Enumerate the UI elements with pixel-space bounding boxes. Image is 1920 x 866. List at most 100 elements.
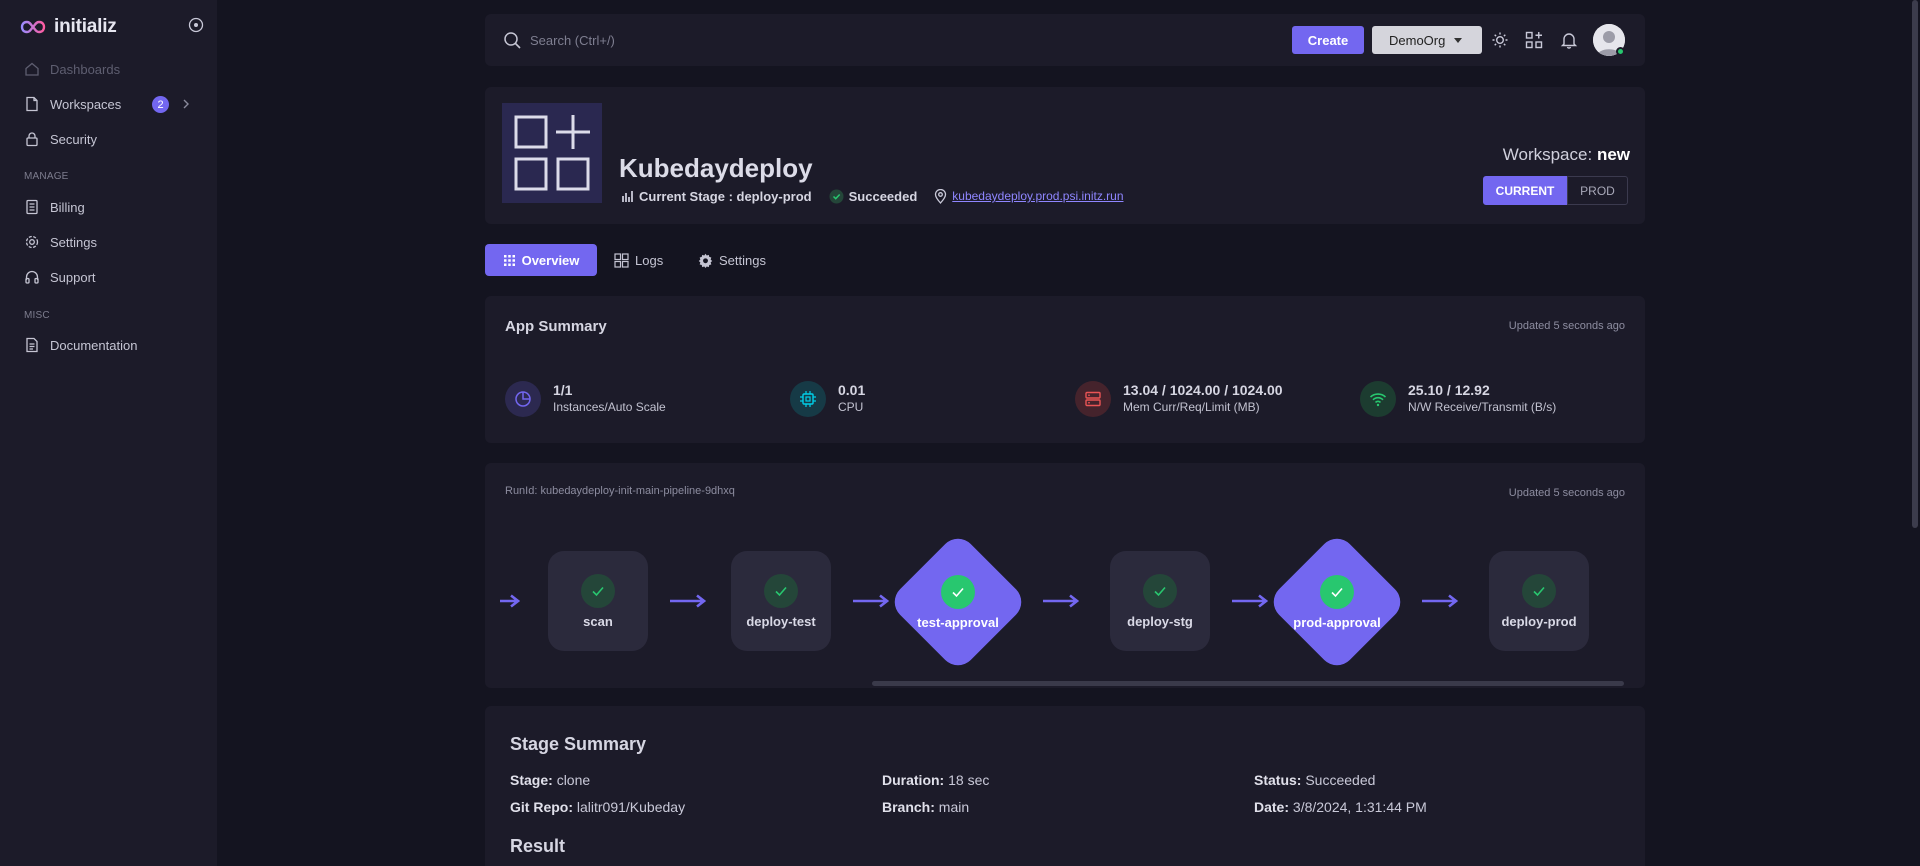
app-root: initializ Dashboards Workspaces 2 Securi…: [0, 0, 1920, 866]
wifi-icon: [1360, 381, 1396, 417]
stat-label: Instances/Auto Scale: [553, 400, 666, 414]
create-button[interactable]: Create: [1292, 26, 1364, 54]
duration-field: Duration: 18 sec: [882, 772, 989, 788]
stat-value: 25.10 / 12.92: [1408, 382, 1490, 398]
arrow-right-icon: [853, 594, 890, 608]
pipeline-stage-label: deploy-test: [746, 613, 816, 629]
pipeline-scrollbar[interactable]: [872, 681, 1624, 686]
home-icon: [25, 62, 39, 76]
collapse-sidebar-icon[interactable]: [188, 17, 204, 33]
org-select-value: DemoOrg: [1389, 32, 1446, 48]
sidebar-item-label: Billing: [50, 199, 85, 215]
tab-logs[interactable]: Logs: [614, 244, 663, 276]
date-field: Date: 3/8/2024, 1:31:44 PM: [1254, 799, 1427, 815]
git-repo-field: Git Repo: lalitr091/Kubeday: [510, 799, 685, 815]
sidebar-item-dashboards[interactable]: Dashboards: [24, 56, 194, 82]
app-title: Kubedaydeploy: [619, 153, 813, 183]
tab-label: Logs: [635, 252, 664, 268]
status-key: Status:: [1254, 772, 1302, 788]
current-stage-text: Current Stage : deploy-prod: [639, 188, 812, 204]
sidebar-item-support[interactable]: Support: [24, 264, 194, 290]
app-url-link[interactable]: kubedaydeploy.prod.psi.initz.run: [952, 189, 1123, 203]
gear-icon: [25, 235, 39, 249]
duration-value: 18 sec: [948, 772, 990, 788]
pie-icon: [505, 381, 541, 417]
pipeline-card: RunId: kubedaydeploy-init-main-pipeline-…: [485, 463, 1645, 688]
stat-label: N/W Receive/Transmit (B/s): [1408, 400, 1557, 414]
arrow-right-icon: [670, 594, 707, 608]
org-select[interactable]: DemoOrg: [1372, 26, 1482, 54]
app-meta-row: Current Stage : deploy-prod Succeeded ku…: [621, 187, 1141, 205]
workspace-name: new: [1596, 145, 1630, 164]
sidebar-item-settings[interactable]: Settings: [24, 229, 194, 255]
app-summary-title: App Summary: [505, 318, 607, 335]
sidebar: initializ Dashboards Workspaces 2 Securi…: [0, 0, 217, 866]
server-icon: [1075, 381, 1111, 417]
app-logo: [502, 103, 602, 203]
page-scrollbar[interactable]: [1912, 0, 1918, 528]
pipeline-stage-label: deploy-prod: [1501, 613, 1577, 629]
pipeline-stage-deploy-test[interactable]: deploy-test: [731, 551, 831, 651]
apps-add-large-icon: [514, 115, 590, 191]
pipeline-stage-label: deploy-stg: [1127, 613, 1193, 629]
workspace-label: Workspace: new: [1503, 145, 1630, 165]
pipeline-stage-label: scan: [583, 613, 613, 629]
status-field: Status: Succeeded: [1254, 772, 1375, 788]
sidebar-section-manage: MANAGE: [24, 171, 69, 182]
cpu-icon: [790, 381, 826, 417]
stat-value: 1/1: [553, 382, 573, 398]
result-title: Result: [510, 836, 566, 856]
app-summary-updated: Updated 5 seconds ago: [1508, 320, 1625, 332]
current-stage: Current Stage : deploy-prod: [621, 189, 812, 204]
pipeline-stage-deploy-stg[interactable]: deploy-stg: [1110, 551, 1210, 651]
search-icon: [504, 32, 521, 49]
brand-name: initializ: [54, 16, 117, 37]
arrow-right-icon: [1043, 594, 1080, 608]
pipeline-updated: Updated 5 seconds ago: [1508, 487, 1625, 499]
sun-icon[interactable]: [1490, 30, 1510, 50]
env-current-button[interactable]: CURRENT: [1483, 176, 1567, 205]
apps-add-icon[interactable]: [1524, 30, 1544, 50]
arrow-right-icon: [500, 594, 521, 608]
workspace-prefix: Workspace:: [1502, 145, 1593, 164]
pipeline-run-id: RunId: kubedaydeploy-init-main-pipeline-…: [505, 485, 735, 497]
brand[interactable]: initializ: [20, 14, 117, 40]
app-header-card: Kubedaydeploy Current Stage : deploy-pro…: [485, 87, 1645, 224]
stat-network: 25.10 / 12.92 N/W Receive/Transmit (B/s): [1360, 380, 1556, 418]
sidebar-item-documentation[interactable]: Documentation: [24, 332, 194, 358]
status-value: Succeeded: [1305, 772, 1376, 788]
pipeline-stage-test-approval[interactable]: test-approval: [887, 531, 1029, 673]
sidebar-item-billing[interactable]: Billing: [24, 194, 194, 220]
stat-label: CPU: [838, 400, 864, 414]
receipt-icon: [26, 199, 38, 215]
map-pin-icon: [935, 188, 947, 204]
pipeline-stage-scan[interactable]: scan: [548, 551, 648, 651]
duration-key: Duration:: [882, 772, 945, 788]
headphones-icon: [25, 270, 39, 284]
bell-icon[interactable]: [1559, 30, 1579, 50]
caret-down-icon: [1454, 38, 1462, 43]
check-icon: [1320, 574, 1354, 609]
tab-label: Overview: [521, 252, 580, 268]
workspaces-count-badge: 2: [152, 96, 169, 113]
pipeline-stage-deploy-prod[interactable]: deploy-prod: [1489, 551, 1589, 651]
topbar: Create DemoOrg: [485, 14, 1645, 66]
sidebar-item-security[interactable]: Security: [24, 126, 194, 152]
branch-value: main: [938, 799, 970, 815]
bar-chart-icon: [622, 190, 633, 202]
sidebar-item-workspaces[interactable]: Workspaces 2: [24, 91, 194, 117]
search-input[interactable]: [530, 28, 930, 52]
sidebar-item-label: Security: [50, 131, 97, 147]
environment-toggle: CURRENT PROD: [1483, 176, 1628, 205]
date-value: 3/8/2024, 1:31:44 PM: [1292, 799, 1427, 815]
check-icon: [941, 574, 975, 609]
pipeline-stage-label: prod-approval: [1293, 614, 1381, 630]
pipeline-stage-prod-approval[interactable]: prod-approval: [1266, 531, 1408, 673]
stage-summary-card: Stage Summary Stage: clone Duration: 18 …: [485, 706, 1645, 866]
tab-settings[interactable]: Settings: [698, 244, 766, 276]
tab-overview[interactable]: Overview: [485, 244, 597, 276]
tab-label: Settings: [719, 252, 766, 268]
env-prod-button[interactable]: PROD: [1567, 176, 1628, 205]
stage-field: Stage: clone: [510, 772, 590, 788]
check-circle-icon: [829, 189, 844, 203]
